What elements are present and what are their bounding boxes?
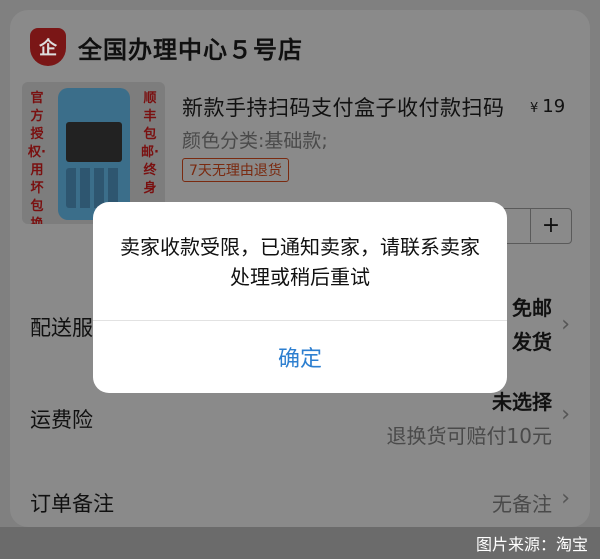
store-logo-icon: 企 [30,28,66,66]
insurance-label: 运费险 [30,408,93,432]
store-header[interactable]: 企 全国办理中心５号店 [30,24,303,70]
delivery-label: 配送服 [30,316,93,340]
return-policy-badge: 7天无理由退货 [182,158,289,182]
product-price: ¥19 [530,96,565,117]
product-title[interactable]: 新款手持扫码支付盒子收付款扫码 [182,92,505,122]
order-note-value[interactable]: 无备注 [492,488,552,517]
order-note-label: 订单备注 [30,492,114,516]
insurance-chevron-icon[interactable]: › [561,402,570,427]
insurance-sub: 退换货可赔付10元 [386,424,552,448]
price-value: 19 [542,96,566,117]
source-label: 图片来源：淘宝 [475,535,588,554]
alert-dialog: 卖家收款受限，已通知卖家，请联系卖家处理或稍后重试 确定 [93,202,507,393]
product-variant: 颜色分类:基础款; [182,130,328,152]
source-watermark-bar: 图片来源：淘宝 [0,527,600,559]
product-image-right-text: 顺丰包邮·终身 [141,91,159,196]
price-currency: ¥ [530,101,539,116]
quantity-plus-button[interactable]: + [530,208,571,242]
delivery-value-ship: 发货 [512,330,552,354]
pos-device-image [58,88,130,220]
alert-message: 卖家收款受限，已通知卖家，请联系卖家处理或稍后重试 [120,235,480,289]
delivery-chevron-icon[interactable]: › [561,312,570,337]
store-name: 全国办理中心５号店 [78,35,303,64]
product-image-left-text: 官方授权·用坏包换 [28,91,46,224]
order-note-chevron-icon[interactable]: › [561,486,570,511]
delivery-value-free: 免邮 [512,296,552,320]
confirm-button[interactable]: 确定 [93,321,507,393]
